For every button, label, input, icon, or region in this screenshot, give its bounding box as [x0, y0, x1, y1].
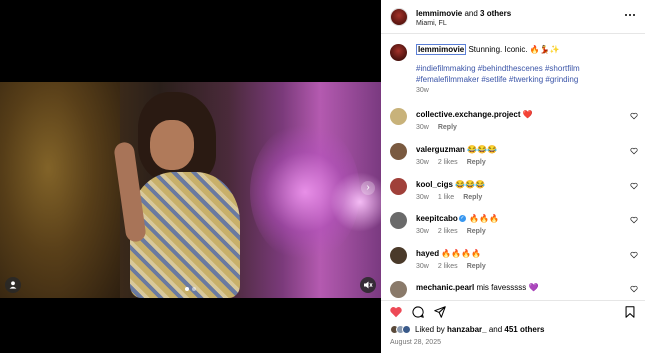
location-link[interactable]: Miami, FL [416, 20, 447, 27]
neon-glow [330, 172, 381, 232]
caption-time: 30w [416, 87, 429, 94]
liker-username[interactable]: hanzabar_ [447, 325, 487, 334]
heart-outline-icon[interactable] [630, 251, 638, 259]
commenter-username[interactable]: valerguzman [416, 145, 465, 154]
comment-item: collective.exchange.project ❤️ 30w Reply [381, 108, 645, 142]
likes-count-link[interactable]: 451 others [504, 325, 544, 334]
heart-outline-icon[interactable] [630, 112, 638, 120]
commenter-username[interactable]: keepitcabo [416, 214, 458, 223]
caption-hashtags[interactable]: #indiefilmmaking #behindthescenes #short… [416, 63, 636, 85]
others-link[interactable]: 3 others [480, 9, 511, 18]
comment-item: keepitcabo ✓ 🔥🔥🔥 30w 2 likes Reply [381, 212, 645, 246]
post-header: lemmimovie and 3 others Miami, FL [381, 0, 645, 34]
caption-username[interactable]: lemmimovie [416, 44, 467, 55]
caption-avatar[interactable] [390, 44, 407, 61]
speaker-muted-icon [364, 281, 373, 289]
tagged-users-button[interactable] [5, 277, 21, 293]
commenter-avatar[interactable] [390, 178, 407, 195]
reply-button[interactable]: Reply [467, 159, 486, 166]
comment-item: mechanic.pearl mis favesssss 💜 [381, 281, 645, 300]
comments-section[interactable]: lemmimovie Stunning. Iconic. 🔥💃✨ #indief… [381, 34, 645, 300]
comment-icon[interactable] [411, 305, 425, 319]
heart-outline-icon[interactable] [630, 182, 638, 190]
commenter-avatar[interactable] [390, 143, 407, 160]
post-media: › [0, 0, 381, 353]
reply-button[interactable]: Reply [467, 228, 486, 235]
post-actions [381, 300, 645, 322]
share-icon[interactable] [433, 305, 447, 319]
commenter-avatar[interactable] [390, 281, 407, 298]
commenter-avatar[interactable] [390, 108, 407, 125]
reply-button[interactable]: Reply [438, 124, 457, 131]
post-date: August 28, 2025 [390, 339, 441, 346]
video-frame[interactable] [0, 82, 381, 298]
commenter-username[interactable]: kool_cigs [416, 180, 453, 189]
commenter-username[interactable]: mechanic.pearl [416, 283, 474, 292]
comment-item: valerguzman 😂😂😂 30w 2 likes Reply [381, 143, 645, 177]
chevron-right-icon: › [366, 182, 370, 193]
caption-text: Stunning. Iconic. 🔥💃✨ [466, 45, 560, 54]
user-icon [9, 281, 17, 289]
reply-button[interactable]: Reply [463, 194, 482, 201]
verified-badge-icon: ✓ [458, 215, 466, 223]
commenter-username[interactable]: hayed [416, 249, 439, 258]
comment-item: hayed 🔥🔥🔥🔥 30w 2 likes Reply [381, 247, 645, 281]
mute-button[interactable] [360, 277, 376, 293]
carousel-indicator [185, 287, 196, 291]
author-username[interactable]: lemmimovie [416, 9, 462, 18]
reply-button[interactable]: Reply [467, 263, 486, 270]
likes-summary: Liked by hanzabar_ and 451 others [390, 325, 544, 334]
comment-likes[interactable]: 2 likes [438, 263, 458, 270]
collab-authors: lemmimovie and 3 others [416, 9, 512, 18]
comment-likes[interactable]: 1 like [438, 194, 454, 201]
comment-likes[interactable]: 2 likes [438, 228, 458, 235]
comment-likes[interactable]: 2 likes [438, 159, 458, 166]
graffiti-wall [0, 82, 120, 298]
heart-outline-icon[interactable] [630, 216, 638, 224]
post-viewer: › lemmimovie and 3 others Miami, FL lemm… [0, 0, 645, 353]
more-options-icon[interactable] [625, 14, 635, 16]
heart-outline-icon[interactable] [630, 147, 638, 155]
heart-outline-icon[interactable] [630, 285, 638, 293]
comment-item: kool_cigs 😂😂😂 30w 1 like Reply [381, 178, 645, 212]
commenter-avatar[interactable] [390, 247, 407, 264]
post-details: lemmimovie and 3 others Miami, FL lemmim… [381, 0, 645, 353]
commenter-username[interactable]: collective.exchange.project [416, 110, 521, 119]
author-avatar[interactable] [390, 8, 408, 26]
carousel-dot [192, 287, 196, 291]
next-slide-button[interactable]: › [361, 181, 375, 195]
dancer-figure [113, 92, 250, 298]
caption: lemmimovie Stunning. Iconic. 🔥💃✨ [416, 44, 636, 55]
commenter-avatar[interactable] [390, 212, 407, 229]
carousel-dot [185, 287, 189, 291]
heart-filled-icon[interactable] [389, 305, 403, 319]
liker-avatar[interactable] [402, 325, 411, 334]
bookmark-icon[interactable] [623, 305, 637, 319]
